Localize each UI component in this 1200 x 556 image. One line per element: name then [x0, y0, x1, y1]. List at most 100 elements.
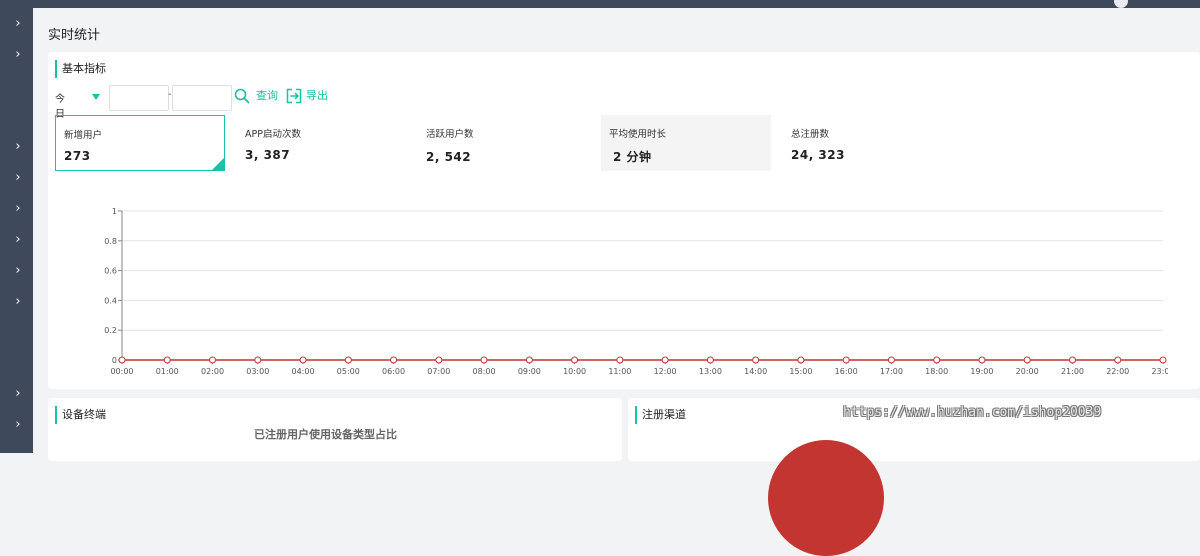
- device-chart-title: 已注册用户使用设备类型占比: [254, 428, 397, 441]
- metric-new-users[interactable]: 新增用户 273: [55, 115, 225, 171]
- metric-total-registrations[interactable]: 总注册数 24, 323: [783, 115, 953, 171]
- x-tick-label: 21:00: [1061, 367, 1084, 376]
- data-point: [435, 356, 443, 364]
- chevron-right-icon[interactable]: ›: [12, 202, 24, 216]
- search-icon: [234, 88, 250, 104]
- query-label: 查询: [256, 89, 278, 102]
- chevron-right-icon[interactable]: ›: [12, 48, 24, 62]
- x-tick-label: 12:00: [654, 367, 677, 376]
- x-tick-label: 01:00: [156, 367, 179, 376]
- x-tick-label: 16:00: [835, 367, 858, 376]
- chevron-right-icon[interactable]: ›: [12, 264, 24, 278]
- x-tick-label: 09:00: [518, 367, 541, 376]
- main-content: 实时统计 基本指标 今日 - 查询 导出 新增用户 273 APP启动次数 3,…: [33, 8, 1200, 556]
- metric-label: 新增用户: [64, 130, 103, 141]
- data-point: [616, 356, 624, 364]
- channel-pie-chart: [768, 440, 884, 556]
- y-tick-label: 0.2: [104, 326, 117, 335]
- y-tick-label: 0.8: [104, 237, 117, 246]
- x-tick-label: 19:00: [970, 367, 993, 376]
- data-point: [118, 356, 126, 364]
- x-tick-label: 02:00: [201, 367, 224, 376]
- chevron-right-icon[interactable]: ›: [12, 171, 24, 185]
- data-point: [344, 356, 352, 364]
- end-date-input[interactable]: [172, 85, 232, 111]
- watermark-text: https://www.huzhan.com/ishop20039: [843, 405, 1102, 420]
- y-tick-label: 1: [112, 207, 117, 216]
- data-point: [254, 356, 262, 364]
- x-tick-label: 13:00: [699, 367, 722, 376]
- data-point: [887, 356, 895, 364]
- y-tick-label: 0.4: [104, 296, 117, 305]
- metric-label: 总注册数: [791, 129, 830, 140]
- x-tick-label: 07:00: [427, 367, 450, 376]
- metric-label: APP启动次数: [245, 129, 301, 140]
- x-tick-label: 05:00: [337, 367, 360, 376]
- x-tick-label: 11:00: [608, 367, 631, 376]
- data-point: [390, 356, 398, 364]
- chevron-right-icon[interactable]: ›: [12, 418, 24, 432]
- data-point: [1114, 356, 1122, 364]
- x-tick-label: 03:00: [246, 367, 269, 376]
- data-point: [1068, 356, 1076, 364]
- data-point: [978, 356, 986, 364]
- data-point: [706, 356, 714, 364]
- line-chart: 0 0.2 0.4 0.6 0.8 1 00:00 01:00 02:00 03:00 04:00 0…: [104, 207, 1168, 376]
- y-tick-label: 0: [112, 356, 117, 365]
- data-point: [525, 356, 533, 364]
- export-label: 导出: [306, 89, 328, 102]
- data-point: [1023, 356, 1031, 364]
- data-point: [571, 356, 579, 364]
- data-point: [752, 356, 760, 364]
- device-card: 设备终端 已注册用户使用设备类型占比: [48, 398, 622, 461]
- x-tick-label: 10:00: [563, 367, 586, 376]
- section-title: 基本指标: [55, 60, 106, 78]
- top-bar: [0, 0, 1200, 8]
- y-tick-label: 0.6: [104, 267, 117, 276]
- data-point: [933, 356, 941, 364]
- x-tick-label: 20:00: [1016, 367, 1039, 376]
- x-tick-label: 08:00: [473, 367, 496, 376]
- metric-value: 3, 387: [245, 148, 291, 162]
- chevron-right-icon[interactable]: ›: [12, 387, 24, 401]
- export-icon: [286, 88, 302, 104]
- data-point: [661, 356, 669, 364]
- data-point: [797, 356, 805, 364]
- chevron-right-icon[interactable]: ›: [12, 17, 24, 31]
- x-tick-label: 00:00: [110, 367, 133, 376]
- x-tick-label: 04:00: [292, 367, 315, 376]
- sidebar: › › › › › › › › › ›: [0, 8, 33, 453]
- metric-label: 活跃用户数: [426, 129, 474, 140]
- x-tick-label: 18:00: [925, 367, 948, 376]
- data-point: [209, 356, 217, 364]
- metric-value: 273: [64, 149, 91, 163]
- x-tick-label: 22:00: [1106, 367, 1129, 376]
- page-title: 实时统计: [48, 28, 101, 43]
- start-date-input[interactable]: [109, 85, 169, 111]
- dropdown-triangle-icon[interactable]: [92, 94, 100, 100]
- data-point: [480, 356, 488, 364]
- metric-label: 平均使用时长: [609, 129, 667, 140]
- section-title: 设备终端: [55, 406, 106, 424]
- basic-metrics-card: 基本指标 今日 - 查询 导出 新增用户 273 APP启动次数 3, 387 …: [48, 52, 1200, 389]
- metric-avg-duration[interactable]: 平均使用时长 2 分钟: [601, 115, 771, 171]
- data-point: [842, 356, 850, 364]
- metric-value: 2 分钟: [613, 150, 652, 164]
- metric-value: 2, 542: [426, 150, 472, 164]
- data-point: [1159, 356, 1167, 364]
- data-point: [163, 356, 171, 364]
- chevron-right-icon[interactable]: ›: [12, 140, 24, 154]
- metric-active-users[interactable]: 活跃用户数 2, 542: [418, 115, 588, 171]
- data-point: [299, 356, 307, 364]
- x-tick-label: 06:00: [382, 367, 405, 376]
- metric-value: 24, 323: [791, 148, 845, 162]
- x-tick-label: 15:00: [789, 367, 812, 376]
- user-avatar[interactable]: [1114, 0, 1128, 8]
- section-title: 注册渠道: [635, 406, 686, 424]
- metric-app-launches[interactable]: APP启动次数 3, 387: [237, 115, 407, 171]
- x-tick-label: 14:00: [744, 367, 767, 376]
- selected-corner-icon: [212, 158, 224, 170]
- x-tick-label: 17:00: [880, 367, 903, 376]
- chevron-right-icon[interactable]: ›: [12, 295, 24, 309]
- chevron-right-icon[interactable]: ›: [12, 233, 24, 247]
